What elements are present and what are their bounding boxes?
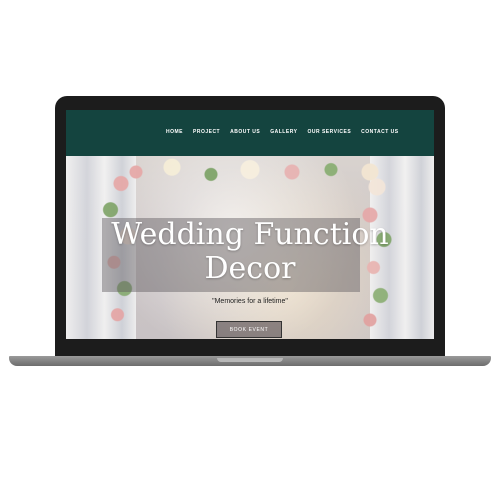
hero-title: Wedding Function Decor	[66, 218, 434, 286]
book-event-button[interactable]: BOOK EVENT	[216, 321, 282, 338]
hero-section: Wedding Function Decor "Memories for a l…	[66, 156, 434, 339]
nav-item-about-us[interactable]: ABOUT US	[230, 129, 260, 135]
top-navigation-bar: HOME PROJECT ABOUT US GALLERY OUR SERVIC…	[66, 110, 434, 156]
nav-item-gallery[interactable]: GALLERY	[270, 129, 297, 135]
website-screen: HOME PROJECT ABOUT US GALLERY OUR SERVIC…	[66, 110, 434, 339]
nav-item-home[interactable]: HOME	[166, 129, 183, 135]
nav-menu: HOME PROJECT ABOUT US GALLERY OUR SERVIC…	[166, 129, 399, 135]
laptop-base-notch	[217, 358, 283, 362]
nav-item-project[interactable]: PROJECT	[193, 129, 220, 135]
hero-title-line1: Wedding Function	[111, 217, 389, 252]
hero-title-line2: Decor	[204, 251, 296, 286]
laptop-lid: HOME PROJECT ABOUT US GALLERY OUR SERVIC…	[55, 96, 445, 358]
nav-item-contact-us[interactable]: CONTACT US	[361, 129, 398, 135]
nav-item-our-services[interactable]: OUR SERVICES	[307, 129, 351, 135]
hero-tagline: "Memories for a lifetime"	[212, 298, 288, 305]
